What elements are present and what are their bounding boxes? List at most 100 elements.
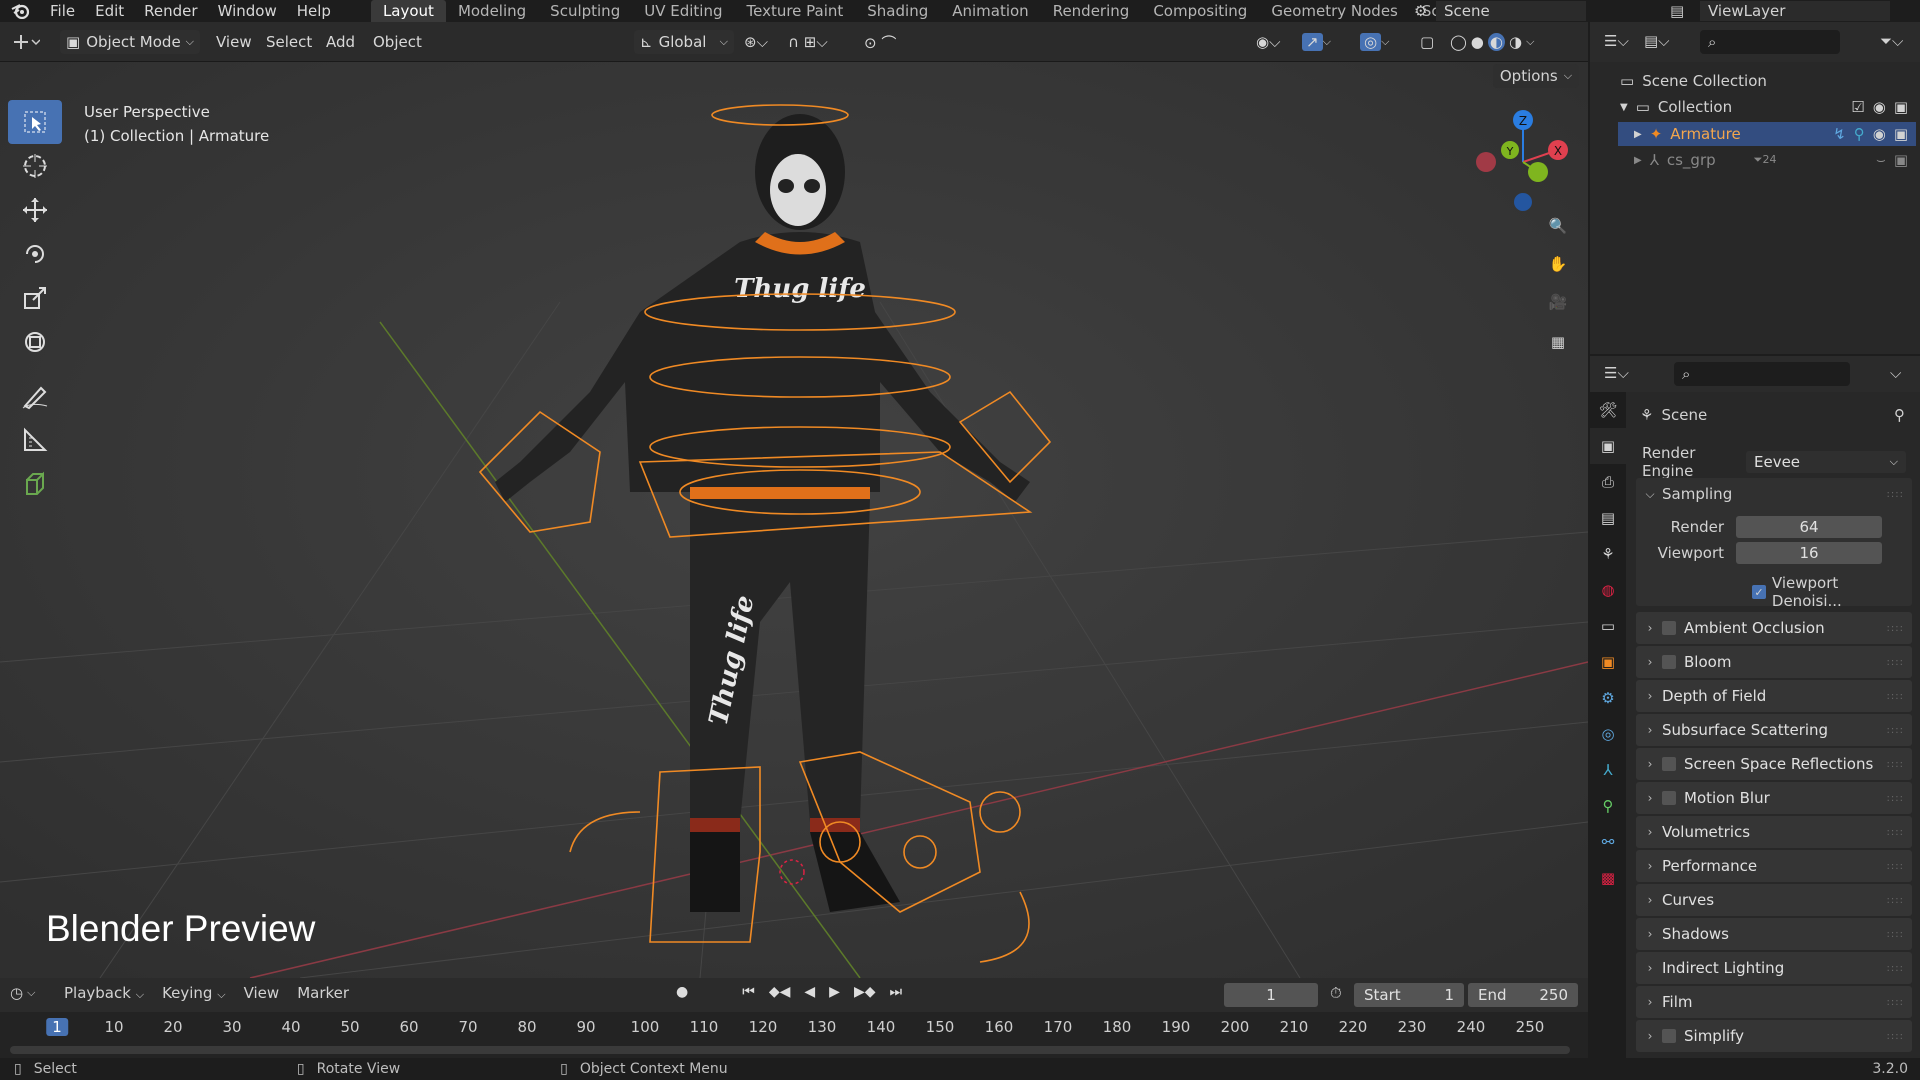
checkbox-icon[interactable]: ☑ [1851, 98, 1864, 116]
current-frame-field[interactable]: 1 [1224, 983, 1318, 1007]
render-tab-icon[interactable]: ▣ [1590, 428, 1626, 464]
navigation-gizmo[interactable]: Z X Y [1468, 102, 1578, 212]
blender-logo-icon[interactable] [0, 0, 40, 22]
properties-search-input[interactable]: ⌕ [1674, 362, 1850, 386]
editor-type-button[interactable] [10, 30, 40, 54]
chevron-down-icon[interactable]: ⌵ [1526, 35, 1534, 49]
drag-handle-icon[interactable]: :::: [1887, 963, 1904, 974]
scene-tab-icon[interactable]: ⚘ [1590, 536, 1626, 572]
pin-icon[interactable]: ⚲ [1894, 406, 1905, 424]
panel-performance[interactable]: › Performance:::: [1636, 850, 1912, 882]
editor-type-button[interactable]: ☰⌵ [1604, 32, 1629, 50]
panel-motion-blur[interactable]: › Motion Blur:::: [1636, 782, 1912, 814]
viewport-samples-field[interactable]: 16 [1736, 542, 1882, 564]
drag-handle-icon[interactable]: :::: [1887, 997, 1904, 1008]
panel-subsurface-scattering[interactable]: › Subsurface Scattering:::: [1636, 714, 1912, 746]
move-tool-icon[interactable] [8, 188, 62, 232]
collection-tab-icon[interactable]: ▭ [1590, 608, 1626, 644]
proportional-edit-button[interactable]: ⊙ ⌒ [864, 30, 924, 54]
sampling-panel-header[interactable]: ⌵ Sampling :::: [1636, 478, 1912, 510]
panel-enable-checkbox[interactable] [1662, 791, 1676, 805]
eye-icon[interactable]: ◉ [1873, 125, 1886, 143]
tab-sculpting[interactable]: Sculpting [538, 0, 632, 22]
tab-texture-paint[interactable]: Texture Paint [734, 0, 855, 22]
drag-handle-icon[interactable]: :::: [1887, 489, 1904, 500]
xray-toggle[interactable]: ▢ [1420, 30, 1444, 54]
panel-enable-checkbox[interactable] [1662, 757, 1676, 771]
tab-rendering[interactable]: Rendering [1041, 0, 1142, 22]
outliner-item-armature[interactable]: ▶ ✦ Armature ↯ ⚲ ◉ ▣ [1618, 122, 1916, 146]
orientation-dropdown[interactable]: ⊾ Global ⌵ [634, 30, 734, 54]
scene-icon[interactable]: ⚙ [1414, 2, 1436, 20]
drag-handle-icon[interactable]: :::: [1887, 725, 1904, 736]
panel-curves[interactable]: › Curves:::: [1636, 884, 1912, 916]
3d-viewport[interactable]: Thug life Thug life User Perspective (1)… [0, 62, 1588, 978]
outliner-search-input[interactable]: ⌕ [1700, 30, 1840, 54]
drag-handle-icon[interactable]: :::: [1887, 793, 1904, 804]
wireframe-shading-icon[interactable]: ◯ [1450, 33, 1467, 51]
menu-window[interactable]: Window [208, 0, 287, 22]
view-layer-icon[interactable]: ▤ [1670, 2, 1700, 20]
chevron-down-icon[interactable]: ⌵ [1890, 364, 1901, 382]
panel-volumetrics[interactable]: › Volumetrics:::: [1636, 816, 1912, 848]
drag-handle-icon[interactable]: :::: [1887, 657, 1904, 668]
camera-icon[interactable]: ▣ [1894, 98, 1908, 116]
camera-icon[interactable]: ▣ [1894, 151, 1908, 169]
pan-hand-icon[interactable]: ✋ [1542, 248, 1574, 280]
panel-screen-space-reflections[interactable]: › Screen Space Reflections:::: [1636, 748, 1912, 780]
texture-tab-icon[interactable]: ▩ [1590, 860, 1626, 896]
frame-ruler[interactable]: 1 10 20 30 40 50 60 70 80 90 100 110 120 130 140 150 160… [0, 1014, 1588, 1040]
tool-tab-icon[interactable]: 🛠 [1590, 392, 1626, 428]
panel-enable-checkbox[interactable] [1662, 1029, 1676, 1043]
timeline-scrollbar[interactable] [10, 1046, 1570, 1054]
snap-button[interactable]: ∩ ⊞⌵ [788, 30, 858, 54]
panel-enable-checkbox[interactable] [1662, 655, 1676, 669]
options-dropdown[interactable]: Options ⌵ [1493, 64, 1579, 88]
editor-type-button[interactable]: ◷ ⌵ [10, 984, 35, 1002]
gizmo-toggle[interactable]: ↗ ⌵ [1302, 30, 1350, 54]
tab-modeling[interactable]: Modeling [446, 0, 538, 22]
tab-layout[interactable]: Layout [370, 0, 446, 22]
rendered-shading-icon[interactable]: ◑ [1509, 33, 1522, 51]
menu-file[interactable]: File [40, 0, 85, 22]
measure-tool-icon[interactable] [8, 418, 62, 462]
drag-handle-icon[interactable]: :::: [1887, 827, 1904, 838]
tab-animation[interactable]: Animation [940, 0, 1040, 22]
bone-tab-icon[interactable]: ⚯ [1590, 824, 1626, 860]
world-tab-icon[interactable]: ◍ [1590, 572, 1626, 608]
drag-handle-icon[interactable]: :::: [1887, 691, 1904, 702]
display-mode-icon[interactable]: ▤⌵ [1644, 32, 1670, 50]
menu-help[interactable]: Help [287, 0, 341, 22]
tab-geometry-nodes[interactable]: Geometry Nodes [1259, 0, 1410, 22]
transform-tool-icon[interactable] [8, 320, 62, 364]
jump-start-icon[interactable]: ⏮ [742, 984, 755, 1000]
mode-dropdown[interactable]: ▣ Object Mode ⌵ [60, 30, 200, 54]
drag-handle-icon[interactable]: :::: [1887, 929, 1904, 940]
annotate-tool-icon[interactable] [8, 374, 62, 418]
ortho-grid-icon[interactable]: ▦ [1542, 326, 1574, 358]
next-keyframe-icon[interactable]: ▶◆ [854, 984, 876, 1000]
tab-shading[interactable]: Shading [855, 0, 940, 22]
record-icon[interactable]: ● [676, 984, 688, 1000]
panel-enable-checkbox[interactable] [1662, 621, 1676, 635]
start-frame-field[interactable]: Start 1 [1354, 983, 1464, 1007]
visibility-button[interactable]: ◉⌵ [1256, 30, 1292, 54]
camera-view-icon[interactable]: 🎥 [1542, 286, 1574, 318]
add-cube-tool-icon[interactable] [8, 462, 62, 506]
tab-uv-editing[interactable]: UV Editing [632, 0, 734, 22]
scale-tool-icon[interactable] [8, 276, 62, 320]
physics-tab-icon[interactable]: ◎ [1590, 716, 1626, 752]
object-tab-icon[interactable]: ▣ [1590, 644, 1626, 680]
camera-icon[interactable]: ▣ [1894, 125, 1908, 143]
collection-row[interactable]: ▼ ▭ Collection ☑ ◉ ▣ [1620, 98, 1920, 116]
solid-shading-icon[interactable]: ● [1471, 33, 1484, 51]
drag-handle-icon[interactable]: :::: [1887, 1031, 1904, 1042]
render-engine-dropdown[interactable]: Eevee ⌵ [1746, 451, 1906, 473]
overlays-toggle[interactable]: ◎ ⌵ [1360, 30, 1408, 54]
panel-indirect-lighting[interactable]: › Indirect Lighting:::: [1636, 952, 1912, 984]
material-shading-icon[interactable]: ◐ [1487, 33, 1505, 51]
scene-collection-row[interactable]: ▭ Scene Collection [1620, 72, 1767, 90]
drag-handle-icon[interactable]: :::: [1887, 861, 1904, 872]
jump-end-icon[interactable]: ⏭ [889, 984, 902, 1000]
viewport-denoise-checkbox[interactable]: ✓ Viewport Denoisi... [1752, 574, 1912, 610]
